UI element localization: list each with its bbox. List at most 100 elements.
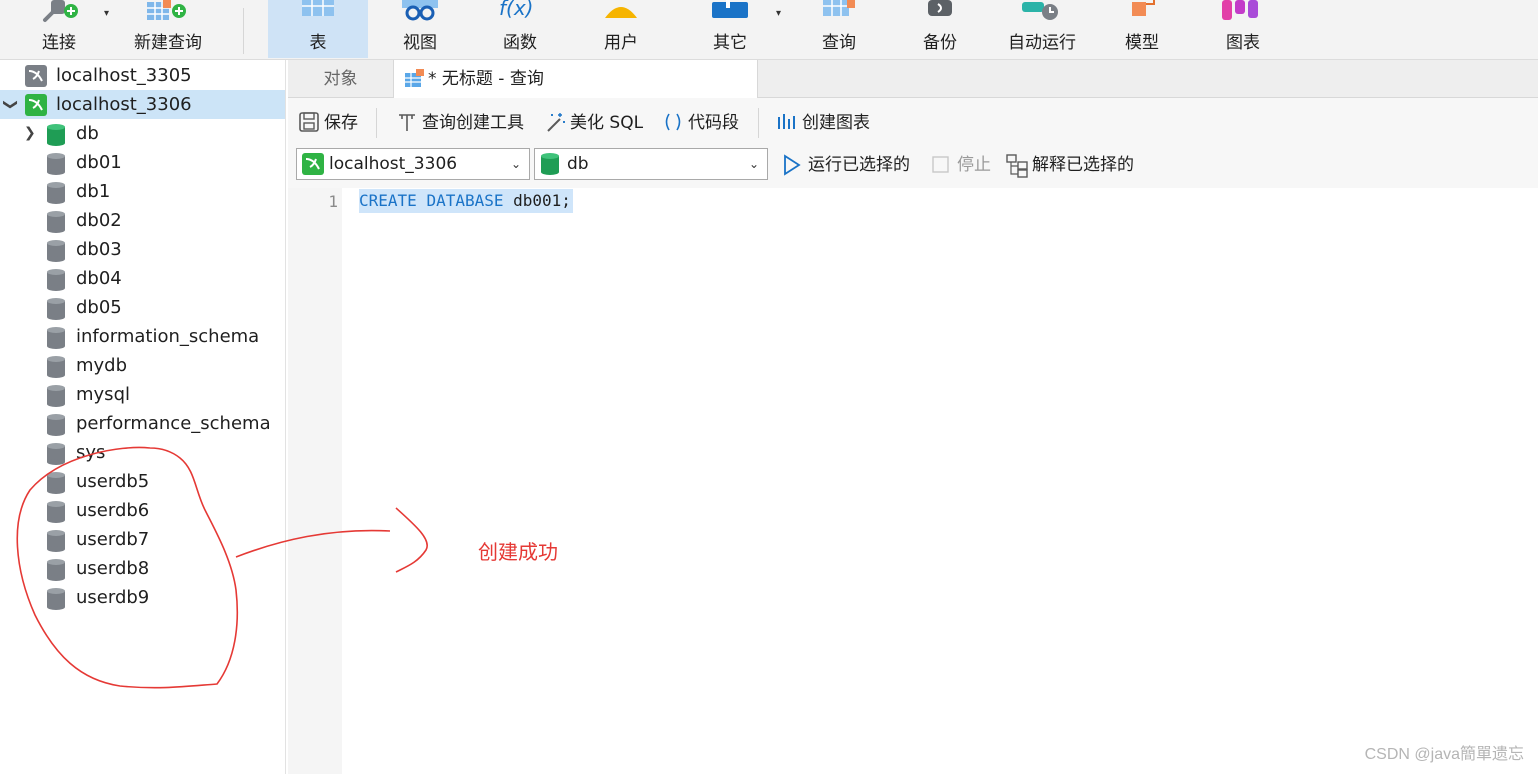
connection-localhost-3305[interactable]: localhost_3305	[0, 61, 285, 90]
database-item[interactable]: userdb9	[0, 583, 285, 612]
query-toolbar: 保存 查询创建工具 美化 SQL 代码段 创建图表	[288, 98, 1538, 148]
database-icon	[46, 588, 66, 610]
database-icon	[46, 472, 66, 494]
connection-localhost-3306[interactable]: ❯ localhost_3306	[0, 90, 285, 119]
user-icon	[605, 7, 637, 18]
database-icon	[540, 153, 560, 185]
view-icon	[402, 0, 438, 21]
explain-selected-button[interactable]: 解释已选择的	[1006, 152, 1134, 178]
database-item[interactable]: db03	[0, 235, 285, 264]
model-button[interactable]: 模型	[1102, 0, 1182, 58]
connection-select[interactable]: localhost_3306 ⌄	[296, 148, 530, 180]
beautify-sql-label: 美化 SQL	[570, 113, 644, 133]
tab-query-untitled[interactable]: * 无标题 - 查询	[394, 60, 758, 98]
chart-icon	[1222, 0, 1258, 20]
database-name: userdb5	[76, 471, 150, 492]
database-item[interactable]: db01	[0, 148, 285, 177]
database-icon	[46, 530, 66, 552]
database-name: db03	[76, 239, 122, 260]
explain-selected-label: 解释已选择的	[1032, 155, 1134, 175]
database-name: db04	[76, 268, 122, 289]
code-snippet-label: 代码段	[688, 113, 739, 133]
sql-keyword: DATABASE	[426, 191, 504, 210]
toolbar-divider	[376, 108, 377, 138]
database-icon	[46, 443, 66, 465]
database-name: mysql	[76, 384, 130, 405]
annotation-text: 创建成功	[478, 540, 558, 564]
database-item[interactable]: sys	[0, 438, 285, 467]
database-item[interactable]: userdb6	[0, 496, 285, 525]
database-item[interactable]: information_schema	[0, 322, 285, 351]
tab-bar: 对象 * 无标题 - 查询	[288, 60, 1538, 98]
run-bar: localhost_3306 ⌄ db ⌄ 运行已选择的 停止 解释已选择的	[288, 148, 1538, 188]
query-builder-button[interactable]: 查询创建工具	[396, 110, 524, 136]
database-item[interactable]: db02	[0, 206, 285, 235]
chart-label: 图表	[1226, 33, 1260, 53]
query-tab-label: * 无标题 - 查询	[428, 69, 544, 89]
database-item[interactable]: ❯ db	[0, 119, 285, 148]
connection-select-value: localhost_3306	[329, 154, 458, 174]
chevron-down-icon: ⌄	[748, 157, 759, 171]
stop-label: 停止	[957, 155, 991, 175]
navigator-panel: localhost_3305 ❯ localhost_3306 ❯ db db01 d…	[0, 60, 286, 774]
database-item[interactable]: mydb	[0, 351, 285, 380]
backup-button[interactable]: 备份	[900, 0, 980, 58]
plug-icon	[43, 0, 78, 22]
query-button[interactable]: 查询	[798, 0, 880, 58]
tab-objects[interactable]: 对象	[288, 60, 394, 98]
stop-button[interactable]: 停止	[931, 152, 991, 178]
run-selected-button[interactable]: 运行已选择的	[782, 152, 910, 178]
expand-arrow-icon[interactable]: ❯	[24, 119, 36, 148]
new-query-button[interactable]: 新建查询	[124, 0, 212, 58]
database-name: db05	[76, 297, 122, 318]
save-button[interactable]: 保存	[298, 110, 358, 136]
collapse-arrow-icon[interactable]: ❯	[0, 99, 24, 111]
chart-icon	[778, 114, 795, 129]
connect-label: 连接	[42, 33, 76, 53]
database-item[interactable]: performance_schema	[0, 409, 285, 438]
sql-editor[interactable]: 1 CREATE DATABASE db001;	[288, 188, 1538, 774]
connect-button[interactable]: 连接	[18, 0, 100, 58]
line-number: 1	[328, 192, 338, 211]
other-button[interactable]: 其它	[690, 0, 770, 58]
table-label: 表	[309, 33, 327, 53]
database-name: sys	[76, 442, 106, 463]
database-item[interactable]: userdb8	[0, 554, 285, 583]
code-line-1[interactable]: CREATE DATABASE db001;	[359, 189, 573, 213]
other-dropdown-icon[interactable]: ▾	[776, 8, 781, 19]
table-icon	[302, 0, 334, 16]
connect-dropdown-icon[interactable]: ▾	[104, 8, 109, 19]
line-number-gutter: 1	[288, 188, 342, 774]
code-snippet-button[interactable]: 代码段	[662, 110, 739, 136]
database-item[interactable]: userdb7	[0, 525, 285, 554]
connection-name: localhost_3306	[56, 94, 192, 115]
database-icon	[46, 211, 66, 233]
database-name: mydb	[76, 355, 128, 376]
table-button[interactable]: 表	[268, 0, 368, 58]
mysql-connection-icon	[25, 94, 47, 116]
database-name: userdb9	[76, 587, 150, 608]
database-item[interactable]: db1	[0, 177, 285, 206]
database-item[interactable]: db05	[0, 293, 285, 322]
view-button[interactable]: 视图	[378, 0, 462, 58]
database-icon	[46, 182, 66, 204]
function-button[interactable]: f(x) 函数	[478, 0, 562, 58]
new-query-icon	[147, 0, 186, 20]
database-select[interactable]: db ⌄	[534, 148, 768, 180]
database-name: db02	[76, 210, 122, 231]
save-label: 保存	[324, 113, 358, 133]
user-button[interactable]: 用户	[580, 0, 662, 58]
automation-button[interactable]: 自动运行	[1000, 0, 1084, 58]
svg-text:f(x): f(x)	[499, 0, 533, 20]
database-item[interactable]: userdb5	[0, 467, 285, 496]
create-chart-button[interactable]: 创建图表	[776, 110, 870, 136]
query-tab-icon	[405, 69, 424, 87]
automation-icon	[1022, 2, 1058, 20]
database-name: db	[76, 123, 99, 144]
database-item[interactable]: db04	[0, 264, 285, 293]
other-icon	[712, 0, 748, 18]
database-item[interactable]: mysql	[0, 380, 285, 409]
beautify-sql-button[interactable]: 美化 SQL	[544, 110, 643, 136]
database-icon	[46, 327, 66, 349]
chart-button[interactable]: 图表	[1202, 0, 1284, 58]
